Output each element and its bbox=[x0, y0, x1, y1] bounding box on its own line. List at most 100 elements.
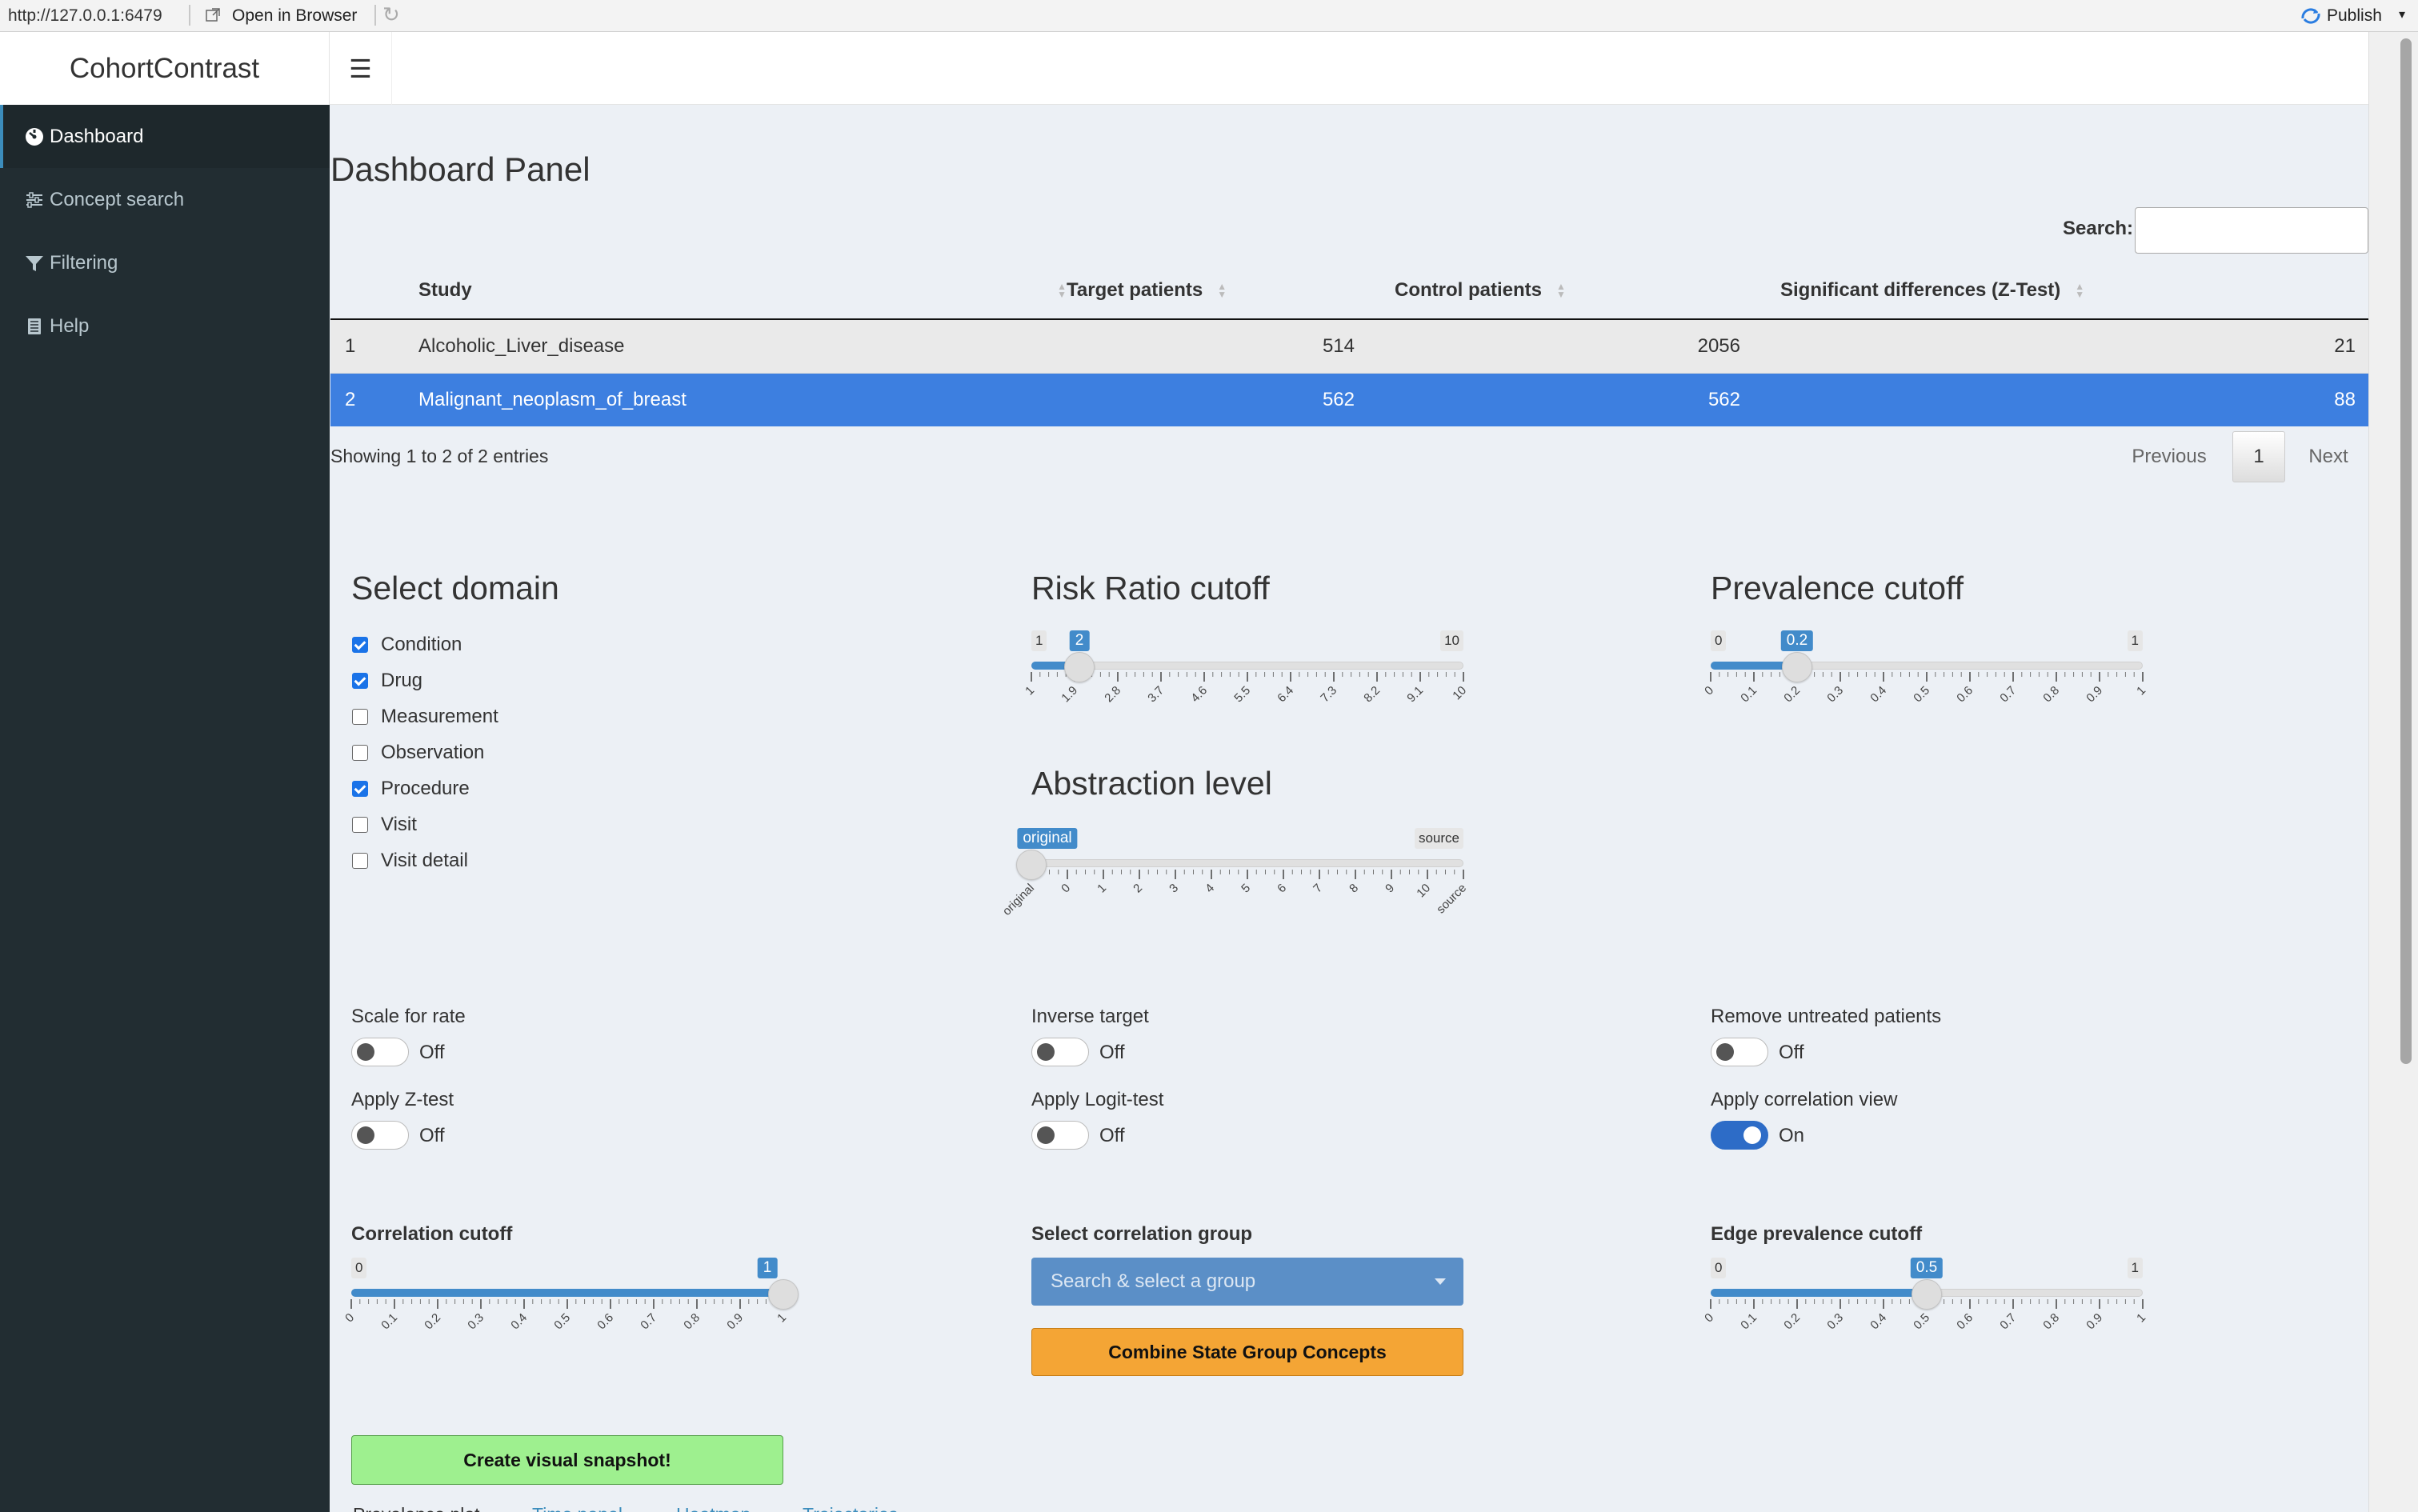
slider-ticks: 0 0.1 0.2 0.3 0.4 0.5 0.6 0.7 0.8 0.9 1 bbox=[342, 1299, 789, 1333]
checkbox[interactable] bbox=[352, 673, 368, 689]
table-row[interactable]: 1 Alcoholic_Liver_disease 514 2056 21 bbox=[330, 319, 2368, 374]
slider-tick-label: 0 bbox=[1702, 684, 1716, 698]
slider-ticks: original 0 1 2 3 4 5 6 7 8 9 10 source bbox=[1000, 870, 1469, 918]
slider-tick-label: 0.6 bbox=[1954, 1311, 1976, 1333]
slider-tick-label: 6.4 bbox=[1275, 684, 1296, 706]
next-page-button[interactable]: Next bbox=[2296, 431, 2360, 482]
slider-handle[interactable] bbox=[1064, 652, 1095, 682]
domain-option-procedure[interactable]: Procedure bbox=[352, 777, 470, 801]
chevron-down-icon[interactable]: ▾ bbox=[2399, 6, 2405, 22]
column-header-study[interactable]: Study ▲ ▼ bbox=[418, 262, 1067, 320]
slider-tick-label: 0.9 bbox=[724, 1311, 746, 1333]
open-in-browser-icon[interactable] bbox=[205, 7, 221, 23]
page-title: Dashboard Panel bbox=[330, 150, 590, 188]
tab-trajectories[interactable]: Trajectories bbox=[803, 1504, 898, 1512]
filter-icon bbox=[24, 253, 45, 274]
checkbox[interactable] bbox=[352, 817, 368, 833]
risk-ratio-slider[interactable]: 1 10 2 1 1.9 2.8 3.7 4.6 5.5 6.4 7.3 8.2 9.1 10 bbox=[1023, 630, 1469, 718]
domain-option-visit[interactable]: Visit bbox=[352, 813, 417, 837]
slider-handle[interactable] bbox=[1912, 1279, 1942, 1310]
slider-tick-label: 0.4 bbox=[1868, 1311, 1889, 1333]
publish-icon[interactable] bbox=[2300, 6, 2322, 26]
slider-tick-label: 0.4 bbox=[508, 1311, 530, 1333]
domain-option-drug[interactable]: Drug bbox=[352, 669, 422, 693]
sort-icon[interactable]: ▲ ▼ bbox=[1217, 282, 1227, 299]
inverse-target-label: Inverse target bbox=[1031, 1006, 1149, 1027]
previous-page-button[interactable]: Previous bbox=[2117, 431, 2221, 482]
slider-tick-label: 2.8 bbox=[1102, 684, 1123, 706]
column-header-target-patients[interactable]: Target patients ▲ ▼ bbox=[1067, 262, 1395, 320]
scrollbar-thumb[interactable] bbox=[2400, 38, 2412, 1064]
sidebar-item-dashboard[interactable]: Dashboard bbox=[0, 105, 330, 168]
inverse-target-toggle[interactable] bbox=[1031, 1038, 1089, 1066]
remove-untreated-label: Remove untreated patients bbox=[1711, 1006, 1942, 1027]
domain-option-measurement[interactable]: Measurement bbox=[352, 705, 498, 729]
edge-prevalence-slider[interactable]: 0 1 0.5 0 0.1 0.2 0.3 0.4 0.5 0.6 0.7 0.8 0.9 1 bbox=[1702, 1258, 2148, 1346]
slider-handle[interactable] bbox=[1016, 850, 1047, 880]
correlation-group-select[interactable]: Search & select a group bbox=[1031, 1258, 1463, 1306]
sort-icon[interactable]: ▲ ▼ bbox=[1057, 282, 1067, 299]
column-header-control-patients[interactable]: Control patients ▲ ▼ bbox=[1395, 262, 1780, 320]
header-bar: ☰ bbox=[330, 32, 2368, 105]
publish-button[interactable]: Publish bbox=[2327, 6, 2382, 26]
domain-option-observation[interactable]: Observation bbox=[352, 741, 484, 765]
sidebar-item-filtering[interactable]: Filtering bbox=[0, 231, 330, 294]
prevalence-title: Prevalence cutoff bbox=[1711, 570, 1964, 606]
studies-table: Study ▲ ▼ Target patients ▲ ▼ Control patien… bbox=[330, 262, 2368, 426]
tab-prevalence-plot[interactable]: Prevalence plot bbox=[353, 1504, 480, 1512]
correlation-view-label: Apply correlation view bbox=[1711, 1089, 1898, 1110]
slider-tick-label: 3.7 bbox=[1145, 684, 1167, 706]
column-header-label: Control patients bbox=[1395, 278, 1542, 301]
correlation-cutoff-slider[interactable]: 0 1 0 0.1 0.2 0.3 0.4 0.5 0.6 0.7 0.8 0.9 1 bbox=[342, 1258, 799, 1346]
slider-tick-label: 5 bbox=[1239, 882, 1253, 896]
slider-tick-label: 0.2 bbox=[422, 1311, 443, 1333]
correlation-view-toggle[interactable] bbox=[1711, 1121, 1768, 1150]
slider-tick-label: 4.6 bbox=[1188, 684, 1210, 706]
sidebar-item-label: Help bbox=[50, 314, 90, 337]
slider-handle[interactable] bbox=[768, 1279, 799, 1310]
logit-test-toggle[interactable] bbox=[1031, 1121, 1089, 1150]
viewer-url[interactable]: http://127.0.0.1:6479 bbox=[8, 6, 162, 26]
domain-option-condition[interactable]: Condition bbox=[352, 633, 462, 657]
checkbox[interactable] bbox=[352, 745, 368, 761]
create-visual-snapshot-button[interactable]: Create visual snapshot! bbox=[351, 1435, 783, 1485]
abstraction-level-slider[interactable]: originalsourceoriginaloriginal0123456789… bbox=[1000, 828, 1469, 918]
sort-icon[interactable]: ▲ ▼ bbox=[2075, 282, 2084, 299]
row-index: 2 bbox=[330, 373, 418, 426]
slider-tick-label: 1 bbox=[1095, 882, 1109, 896]
refresh-icon[interactable]: ↻ bbox=[382, 4, 403, 26]
slider-tick-label: 1 bbox=[1023, 684, 1037, 698]
slider-handle[interactable] bbox=[1782, 652, 1812, 682]
checkbox[interactable] bbox=[352, 709, 368, 725]
slider-tick-label: 10 bbox=[1414, 882, 1433, 901]
combine-state-group-concepts-button[interactable]: Combine State Group Concepts bbox=[1031, 1328, 1463, 1376]
prevalence-slider[interactable]: 0 1 0.2 0 0.1 0.2 0.3 0.4 0.5 0.6 0.7 0.8 0.9 1 bbox=[1702, 630, 2148, 718]
table-row[interactable]: 2 Malignant_neoplasm_of_breast 562 562 8… bbox=[330, 373, 2368, 426]
checkbox[interactable] bbox=[352, 637, 368, 653]
column-header-significant-differences[interactable]: Significant differences (Z-Test) ▲ ▼ bbox=[1780, 262, 2368, 320]
open-in-browser-button[interactable]: Open in Browser bbox=[232, 6, 357, 26]
page-1-button[interactable]: 1 bbox=[2232, 431, 2285, 482]
checkbox[interactable] bbox=[352, 853, 368, 869]
hamburger-menu-icon[interactable]: ☰ bbox=[330, 32, 392, 105]
sidebar-item-help[interactable]: Help bbox=[0, 294, 330, 358]
study-name: Alcoholic_Liver_disease bbox=[418, 319, 1067, 374]
column-header-index bbox=[330, 262, 418, 320]
app-logo[interactable]: CohortContrast bbox=[0, 32, 330, 105]
sidebar-item-concept-search[interactable]: Concept search bbox=[0, 168, 330, 231]
toolbar-divider bbox=[374, 5, 376, 26]
domain-option-visit-detail[interactable]: Visit detail bbox=[352, 849, 468, 873]
sort-icon[interactable]: ▲ ▼ bbox=[1556, 282, 1566, 299]
slider-tick-label: 4 bbox=[1203, 882, 1217, 896]
checkbox[interactable] bbox=[352, 781, 368, 797]
search-input[interactable] bbox=[2135, 207, 2368, 254]
scale-rate-toggle[interactable] bbox=[351, 1038, 409, 1066]
slider-tick-label: 8.2 bbox=[1361, 684, 1383, 706]
edge-prevalence-label: Edge prevalence cutoff bbox=[1711, 1223, 1923, 1245]
study-name: Malignant_neoplasm_of_breast bbox=[418, 373, 1067, 426]
tab-heatmap[interactable]: Heatmap bbox=[676, 1504, 751, 1512]
remove-untreated-toggle[interactable] bbox=[1711, 1038, 1768, 1066]
z-test-toggle[interactable] bbox=[351, 1121, 409, 1150]
slider-tick-label: 0.3 bbox=[465, 1311, 486, 1333]
tab-time-panel[interactable]: Time panel bbox=[532, 1504, 623, 1512]
